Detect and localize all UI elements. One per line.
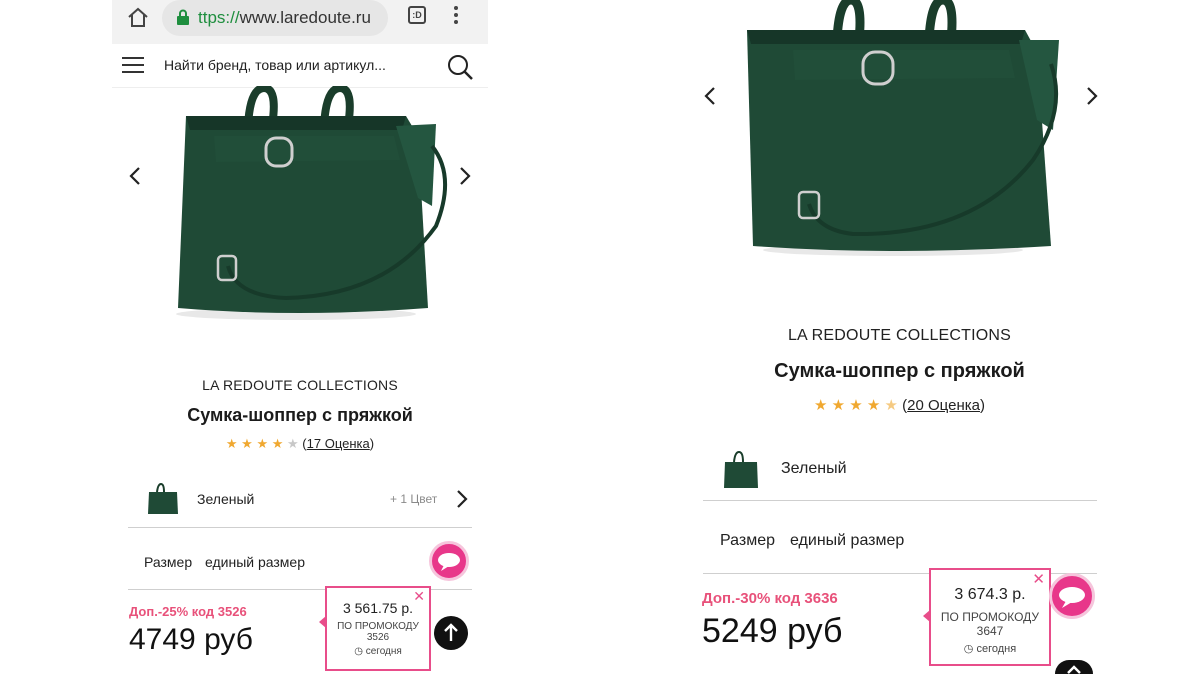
search-input[interactable]: Найти бренд, товар или артикул...	[164, 57, 386, 73]
color-swatch-thumbnail[interactable]	[146, 482, 180, 516]
scroll-to-top-button[interactable]	[1055, 660, 1093, 674]
promo-line1: ПО ПРОМОКОДУ	[337, 621, 419, 632]
hamburger-menu-icon[interactable]	[122, 57, 144, 75]
browser-toolbar: ttps://www.laredoute.ru :D	[112, 0, 488, 44]
reviews-link[interactable]: 20 Оценка	[907, 397, 980, 414]
close-icon[interactable]: ✕	[413, 588, 425, 605]
star-icon: ★	[287, 436, 299, 451]
clock-icon: ◷	[354, 646, 363, 657]
chat-button[interactable]	[429, 541, 469, 581]
carousel-next-arrow[interactable]	[458, 166, 472, 186]
promo-line2: 3647	[976, 624, 1004, 638]
more-menu-icon[interactable]	[452, 4, 460, 26]
arrow-up-icon	[1067, 665, 1081, 674]
product-image[interactable]	[156, 86, 456, 322]
right-phone-screenshot: LA REDOUTE COLLECTIONS Сумка-шоппер с пр…	[687, 0, 1112, 674]
more-colors-text: + 1 Цвет	[390, 492, 438, 506]
divider	[703, 500, 1097, 501]
search-icon[interactable]	[446, 53, 474, 81]
star-icon: ★	[256, 436, 269, 451]
star-half-icon: ★	[884, 397, 898, 414]
price: 4749 руб	[129, 623, 253, 656]
address-bar[interactable]: ttps://www.laredoute.ru	[162, 0, 388, 36]
star-icon: ★	[866, 397, 881, 414]
rating-row: ★ ★ ★ ★ ★ (20 Оценка)	[814, 397, 985, 414]
scroll-to-top-button[interactable]	[434, 616, 468, 650]
star-icon: ★	[271, 436, 284, 451]
star-icon: ★	[241, 436, 253, 451]
chat-icon	[1059, 587, 1085, 608]
chat-button[interactable]	[1049, 573, 1095, 619]
promo-code-text: Доп.-30% код 3636	[702, 590, 838, 607]
star-icon: ★	[831, 397, 846, 414]
brand-name[interactable]: LA REDOUTE COLLECTIONS	[112, 377, 488, 393]
promo-today: сегодня	[365, 646, 402, 657]
promo-line1: ПО ПРОМОКОДУ	[940, 610, 1040, 624]
brand-name[interactable]: LA REDOUTE COLLECTIONS	[687, 327, 1112, 345]
star-icon: ★	[814, 397, 828, 414]
tabs-button[interactable]: :D	[408, 6, 426, 24]
star-icon: ★	[225, 436, 238, 451]
product-title: Сумка-шоппер с пряжкой	[187, 405, 413, 425]
reviews-link[interactable]: 17 Оценка	[307, 436, 370, 451]
comparison-stage: ttps://www.laredoute.ru :D Найти бренд, …	[0, 0, 1200, 674]
lock-icon	[177, 9, 189, 25]
color-label: Зеленый	[197, 491, 255, 507]
color-label: Зеленый	[781, 460, 847, 477]
chat-icon	[438, 553, 460, 571]
promo-code-text: Доп.-25% код 3526	[129, 604, 247, 619]
size-label: Размер	[144, 554, 193, 570]
promo-today: сегодня	[976, 643, 1017, 655]
promo-line2: 3526	[366, 632, 390, 643]
home-icon[interactable]	[126, 6, 150, 30]
star-icon: ★	[849, 397, 863, 414]
carousel-prev-arrow[interactable]	[703, 86, 717, 106]
close-icon[interactable]: ✕	[1032, 570, 1045, 588]
color-swatch-thumbnail[interactable]	[721, 450, 761, 490]
carousel-prev-arrow[interactable]	[128, 166, 142, 186]
arrow-up-icon	[444, 623, 458, 641]
rating-row: ★ ★ ★ ★ ★ (17 Оценка)	[225, 436, 375, 451]
divider	[128, 527, 472, 528]
url-host: www.laredoute.ru	[239, 8, 371, 27]
product-title: Сумка-шоппер с пряжкой	[774, 360, 1025, 382]
site-header: Найти бренд, товар или артикул...	[112, 44, 488, 88]
colors-next-arrow[interactable]	[455, 489, 469, 509]
promo-price: 3 674.3 р.	[954, 586, 1026, 603]
promo-price-popup: ✕ 3 561.75 р. ПО ПРОМОКОДУ 3526 ◷ сегодн…	[319, 586, 431, 671]
carousel-next-arrow[interactable]	[1085, 86, 1099, 106]
url-scheme: ttps://	[198, 8, 240, 27]
size-label: Размер	[720, 532, 775, 549]
url-text: ttps://www.laredoute.ru	[198, 8, 371, 28]
size-value[interactable]: единый размер	[790, 532, 904, 550]
clock-icon: ◷	[963, 643, 974, 655]
price: 5249 руб	[702, 612, 843, 650]
left-phone-screenshot: ttps://www.laredoute.ru :D Найти бренд, …	[112, 0, 488, 674]
size-value[interactable]: единый размер	[205, 554, 305, 570]
product-image[interactable]	[733, 0, 1069, 258]
promo-price-popup: ✕ 3 674.3 р. ПО ПРОМОКОДУ 3647 ◷ сегодня	[923, 568, 1051, 666]
